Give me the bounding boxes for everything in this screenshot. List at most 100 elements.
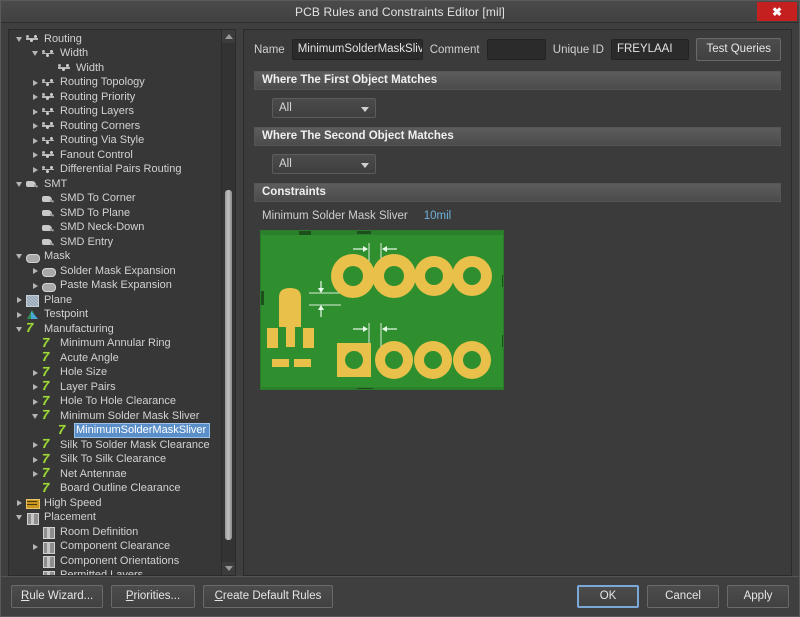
apply-button[interactable]: Apply <box>727 585 789 608</box>
chevron-down-icon[interactable] <box>13 36 25 42</box>
second-object-select[interactable]: All <box>272 154 376 174</box>
second-object-scope: All <box>254 154 781 174</box>
tree-item-smd-entry[interactable]: SMD Entry <box>9 235 221 250</box>
tree-item-differential-pairs-routing[interactable]: Differential Pairs Routing <box>9 163 221 178</box>
chevron-right-icon[interactable] <box>29 369 41 376</box>
tree-item-minimum-solder-mask-sliver[interactable]: Minimum Solder Mask Sliver <box>9 408 221 424</box>
mfg-icon <box>41 408 56 422</box>
chevron-down-icon[interactable] <box>13 515 25 521</box>
tree-item-routing-priority[interactable]: Routing Priority <box>9 90 221 105</box>
tree-item-silk-to-solder-mask-clearance[interactable]: Silk To Solder Mask Clearance <box>9 437 221 453</box>
tree-item-permitted-layers[interactable]: Permitted Layers <box>9 569 221 575</box>
chevron-right-icon[interactable] <box>13 297 25 304</box>
tree-item-hole-to-hole-clearance[interactable]: Hole To Hole Clearance <box>9 394 221 410</box>
tree-item-hole-size[interactable]: Hole Size <box>9 365 221 381</box>
rule-detail-panel: Name MinimumSolderMaskSliver Comment Uni… <box>243 29 792 576</box>
chevron-right-icon[interactable] <box>29 442 41 449</box>
route-icon <box>41 106 56 118</box>
close-icon[interactable]: ✖ <box>757 2 797 21</box>
constraints-section-header: Constraints <box>254 183 781 202</box>
unique-id-input[interactable]: FREYLAAI <box>610 39 690 60</box>
scroll-up-icon[interactable] <box>222 30 235 43</box>
tree-item-smd-to-plane[interactable]: SMD To Plane <box>9 206 221 221</box>
chevron-right-icon[interactable] <box>29 456 41 463</box>
tree-item-fanout-control[interactable]: Fanout Control <box>9 148 221 163</box>
test-queries-button[interactable]: Test Queries <box>696 38 781 61</box>
tree-item-width[interactable]: Width <box>9 61 221 76</box>
tree-item-routing-topology[interactable]: Routing Topology <box>9 76 221 91</box>
chevron-right-icon[interactable] <box>29 108 41 115</box>
chevron-right-icon[interactable] <box>29 398 41 405</box>
tree-item-label: MinimumSolderMaskSliver <box>73 423 211 439</box>
chevron-down-icon[interactable] <box>13 181 25 187</box>
tree-item-routing-corners[interactable]: Routing Corners <box>9 119 221 134</box>
rules-tree[interactable]: Routing Width Width Routing Topology Routing… <box>9 30 221 575</box>
tree-item-silk-to-silk-clearance[interactable]: Silk To Silk Clearance <box>9 452 221 468</box>
tree-item-routing-layers[interactable]: Routing Layers <box>9 105 221 120</box>
ok-button[interactable]: OK <box>577 585 639 608</box>
priorities-accel: P <box>125 590 134 602</box>
tree-item-room-definition[interactable]: Room Definition <box>9 525 221 540</box>
chevron-right-icon[interactable] <box>29 543 41 550</box>
mfg-icon <box>41 452 56 466</box>
comment-input[interactable] <box>486 39 546 60</box>
tree-item-smt[interactable]: SMT <box>9 177 221 192</box>
chevron-right-icon[interactable] <box>29 152 41 159</box>
tree-item-placement[interactable]: Placement <box>9 511 221 526</box>
chevron-right-icon[interactable] <box>29 123 41 130</box>
tree-item-solder-mask-expansion[interactable]: Solder Mask Expansion <box>9 264 221 279</box>
mfg-icon <box>41 365 56 379</box>
route-icon <box>41 149 56 161</box>
tree-item-board-outline-clearance[interactable]: Board Outline Clearance <box>9 481 221 497</box>
pcb-preview-svg <box>261 231 503 389</box>
tree-item-label: SMD To Corner <box>60 192 136 205</box>
cancel-button[interactable]: Cancel <box>647 585 719 608</box>
chevron-down-icon[interactable] <box>29 51 41 57</box>
create-default-rules-button[interactable]: Create Default Rules <box>203 585 333 608</box>
constraint-value[interactable]: 10mil <box>424 210 451 222</box>
tree-scrollbar[interactable] <box>221 30 235 575</box>
tree-item-high-speed[interactable]: High Speed <box>9 496 221 511</box>
tree-item-testpoint[interactable]: Testpoint <box>9 308 221 323</box>
chevron-right-icon[interactable] <box>29 94 41 101</box>
tree-item-plane[interactable]: Plane <box>9 293 221 308</box>
chevron-right-icon[interactable] <box>29 137 41 144</box>
testpoint-icon <box>25 309 40 321</box>
tree-item-paste-mask-expansion[interactable]: Paste Mask Expansion <box>9 279 221 294</box>
tree-item-minimum-annular-ring[interactable]: Minimum Annular Ring <box>9 336 221 352</box>
tree-item-width[interactable]: Width <box>9 47 221 62</box>
tree-item-minimumsoldermasksliver[interactable]: MinimumSolderMaskSliver <box>9 423 221 439</box>
chevron-down-icon[interactable] <box>29 413 41 419</box>
tree-item-component-clearance[interactable]: Component Clearance <box>9 540 221 555</box>
tree-item-label: Paste Mask Expansion <box>60 279 172 292</box>
tree-item-manufacturing[interactable]: Manufacturing <box>9 321 221 337</box>
chevron-down-icon[interactable] <box>13 326 25 332</box>
chevron-right-icon[interactable] <box>29 166 41 173</box>
tree-item-smd-to-corner[interactable]: SMD To Corner <box>9 192 221 207</box>
tree-item-smd-neck-down[interactable]: SMD Neck-Down <box>9 221 221 236</box>
tree-item-routing[interactable]: Routing <box>9 32 221 47</box>
rule-wizard-button[interactable]: Rule Wizard... <box>11 585 103 608</box>
chevron-right-icon[interactable] <box>29 79 41 86</box>
name-label: Name <box>254 43 285 56</box>
tree-item-routing-via-style[interactable]: Routing Via Style <box>9 134 221 149</box>
chevron-right-icon[interactable] <box>29 268 41 275</box>
scrollbar-thumb[interactable] <box>225 190 232 540</box>
chevron-right-icon[interactable] <box>13 311 25 318</box>
tree-item-mask[interactable]: Mask <box>9 250 221 265</box>
scroll-down-icon[interactable] <box>222 562 235 575</box>
chevron-down-icon[interactable] <box>13 254 25 260</box>
first-object-select[interactable]: All <box>272 98 376 118</box>
name-input[interactable]: MinimumSolderMaskSliver <box>291 39 423 60</box>
tree-item-label: Routing Layers <box>60 105 134 118</box>
chevron-right-icon[interactable] <box>29 471 41 478</box>
tree-item-component-orientations[interactable]: Component Orientations <box>9 554 221 569</box>
mask-icon <box>41 265 56 278</box>
chevron-right-icon[interactable] <box>13 500 25 507</box>
tree-item-layer-pairs[interactable]: Layer Pairs <box>9 379 221 395</box>
tree-item-net-antennae[interactable]: Net Antennae <box>9 466 221 482</box>
tree-item-acute-angle[interactable]: Acute Angle <box>9 350 221 366</box>
priorities-button[interactable]: Priorities... <box>111 585 195 608</box>
chevron-right-icon[interactable] <box>29 282 41 289</box>
chevron-right-icon[interactable] <box>29 384 41 391</box>
